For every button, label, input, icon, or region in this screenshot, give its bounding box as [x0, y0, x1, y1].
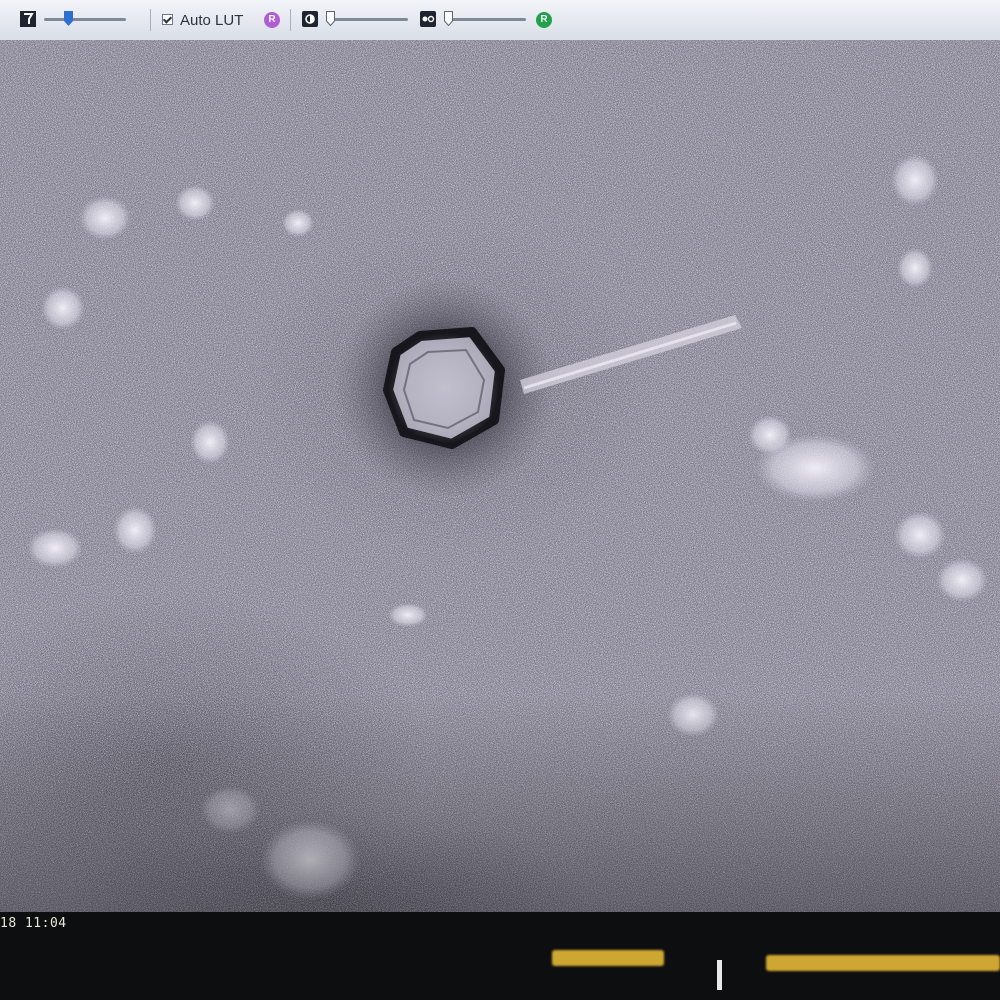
auto-lut-label: Auto LUT [180, 12, 244, 29]
contrast-icon[interactable] [420, 11, 436, 27]
toolbar-separator [150, 9, 151, 31]
monitor-bezel-glow [766, 955, 1000, 971]
image-toolbar: Auto LUT R R [0, 0, 1000, 41]
micrograph-canvas [0, 40, 1000, 912]
brightness-icon[interactable] [302, 11, 318, 27]
monitor-bezel-glow [552, 950, 664, 966]
reset-adjust-button[interactable]: R [536, 12, 552, 28]
gamma-slider-track[interactable] [44, 18, 126, 21]
contrast-slider-thumb[interactable] [444, 11, 453, 26]
auto-lut-checkbox[interactable] [162, 14, 173, 25]
tool-icon[interactable] [20, 11, 36, 27]
toolbar-separator [290, 9, 291, 31]
reset-lut-button[interactable]: R [264, 12, 280, 28]
microscope-viewer: Auto LUT R R 18 11:04 [0, 0, 1000, 1000]
brightness-slider-track[interactable] [326, 18, 408, 21]
acquisition-timestamp: 18 11:04 [0, 916, 67, 931]
gamma-slider-thumb[interactable] [64, 11, 73, 26]
status-marker [717, 960, 722, 990]
contrast-slider-track[interactable] [444, 18, 526, 21]
brightness-slider-thumb[interactable] [326, 11, 335, 26]
micrograph-image[interactable] [0, 40, 1000, 912]
